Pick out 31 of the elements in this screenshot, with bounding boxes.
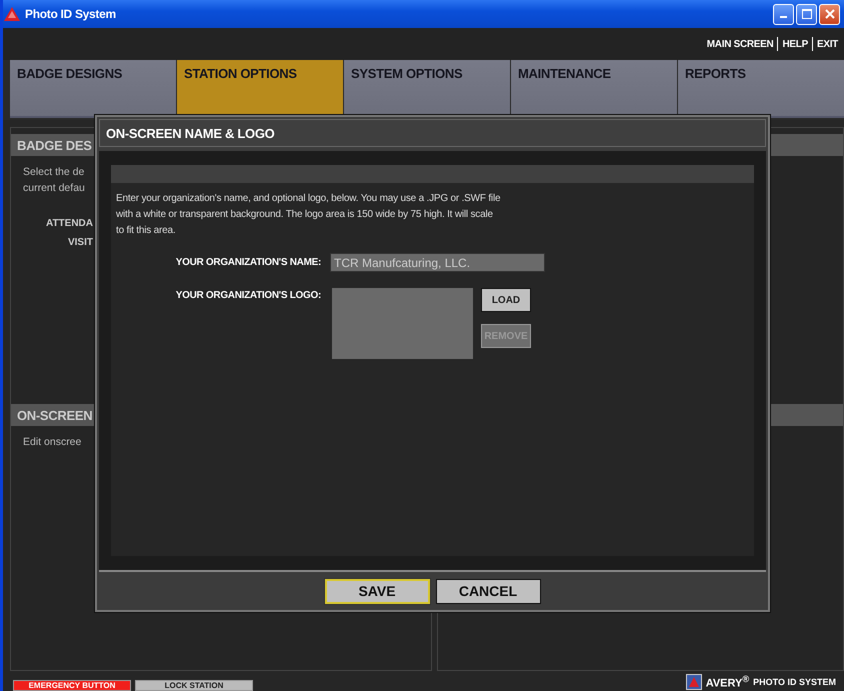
maximize-icon bbox=[802, 9, 812, 19]
badge-type-label: ATTENDA bbox=[44, 218, 93, 229]
cancel-button[interactable]: CANCEL bbox=[436, 578, 540, 604]
nav-link[interactable]: MAIN SCREEN bbox=[706, 38, 774, 50]
section-title: ON-SCREEN bbox=[17, 408, 92, 422]
badge-type-label: VISIT bbox=[66, 237, 93, 248]
close-button[interactable] bbox=[819, 4, 840, 24]
save-button[interactable]: SAVE bbox=[324, 578, 430, 604]
dialog-title: ON-SCREEN NAME & LOGO bbox=[106, 126, 274, 140]
maximize-button[interactable] bbox=[796, 4, 817, 24]
load-button[interactable]: LOAD bbox=[481, 288, 531, 312]
section-title: BADGE DES bbox=[17, 138, 92, 152]
window-title: Photo ID System bbox=[25, 7, 116, 21]
field-label: YOUR ORGANIZATION'S NAME: bbox=[174, 256, 321, 268]
app-logo-icon bbox=[4, 7, 20, 21]
brand-name: AVERY$^{®}$ bbox=[706, 674, 750, 690]
field-label: YOUR ORGANIZATION'S LOGO: bbox=[174, 289, 321, 301]
section-description: Select the de current defau bbox=[23, 165, 86, 196]
tab[interactable]: BADGE DESIGNS bbox=[10, 60, 176, 118]
instructions-text: Enter your organization's name, and optional logo, below. You may use a .JPG or .SWF file with a white or transparent background. The logo area is 150 wide by 75 high. It will scale to fit this area. bbox=[116, 192, 502, 238]
tab[interactable]: REPORTS bbox=[678, 60, 844, 118]
brand-logo-icon bbox=[686, 674, 702, 690]
nav-link[interactable]: EXIT bbox=[816, 38, 838, 50]
name-input-field[interactable]: TCR Manufcaturing, LLC. bbox=[330, 253, 545, 272]
section-description: Edit onscree bbox=[23, 435, 82, 450]
emergency-button[interactable]: EMERGENCY BUTTON bbox=[13, 680, 131, 691]
close-icon bbox=[824, 9, 834, 19]
product-name: PHOTO ID SYSTEM bbox=[753, 677, 836, 687]
nav-link[interactable]: HELP bbox=[782, 38, 808, 50]
lock-button[interactable]: LOCK STATION bbox=[135, 680, 253, 691]
minimize-button[interactable] bbox=[773, 4, 794, 24]
